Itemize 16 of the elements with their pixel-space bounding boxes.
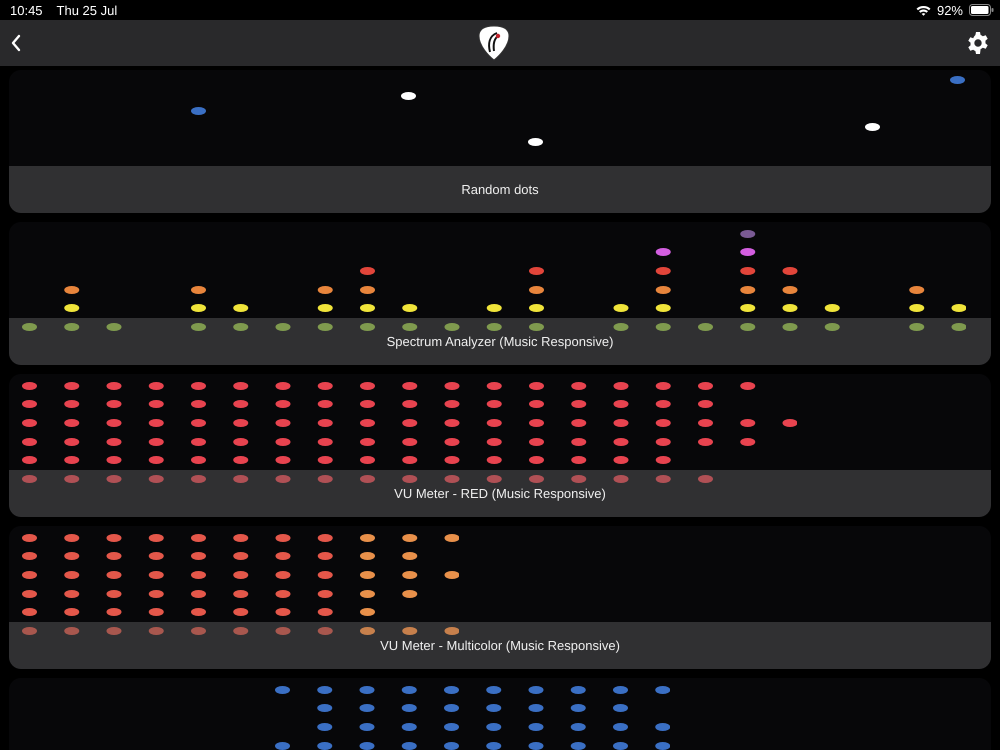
gear-icon: [966, 31, 990, 55]
wifi-icon: [916, 4, 931, 16]
battery-icon: [969, 4, 994, 16]
effect-title: Random dots: [461, 182, 539, 197]
effect-title: Spectrum Analyzer (Music Responsive): [386, 334, 614, 349]
effect-card[interactable]: VU Meter - RED (Music Responsive): [9, 374, 991, 517]
effect-title: VU Meter - Multicolor (Music Responsive): [380, 638, 620, 653]
effect-card[interactable]: Random dots: [9, 70, 991, 213]
battery-percent: 92%: [936, 2, 963, 18]
status-date: Thu 25 Jul: [56, 2, 118, 18]
effect-card[interactable]: Spectrum Analyzer (Music Responsive): [9, 222, 991, 365]
effect-title: VU Meter - RED (Music Responsive): [394, 486, 606, 501]
back-chevron-icon: [10, 34, 22, 52]
status-time: 10:45: [10, 2, 43, 18]
guitar-pick-logo: [477, 24, 511, 62]
effect-card[interactable]: VU Meter - Multicolor (Music Responsive): [9, 526, 991, 669]
